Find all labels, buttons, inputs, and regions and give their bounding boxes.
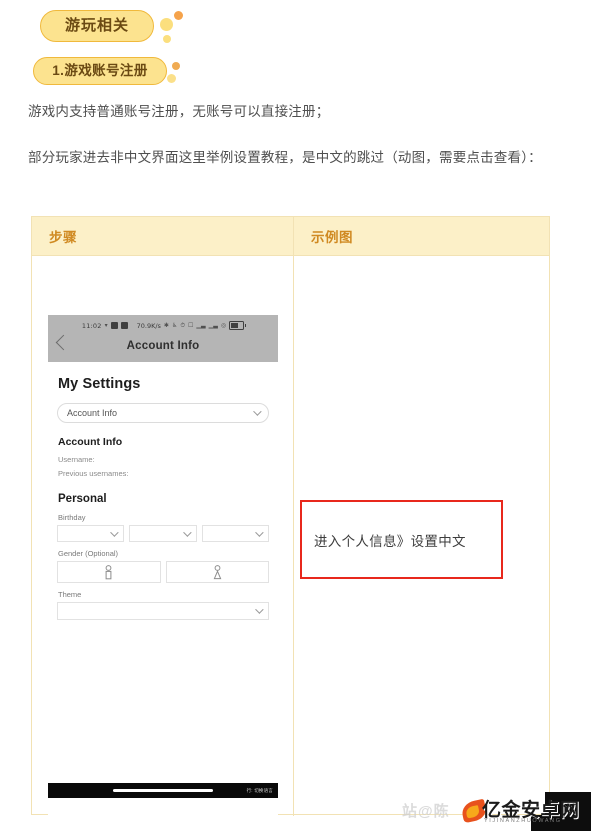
previous-usernames-label: Previous usernames:: [58, 469, 129, 478]
username-label: Username:: [58, 455, 95, 464]
red-callout-box: 进入个人信息》设置中文: [300, 500, 503, 579]
account-info-heading: Account Info: [58, 436, 123, 448]
chevron-down-icon: [255, 527, 264, 537]
table-header-example: 示例图: [294, 217, 549, 255]
phone-mockup: 11:02 ▾ 70.9K/s ✱ ♿ ⏱ ☐ ▁▃ ▁▃ ◎ Account …: [48, 315, 278, 815]
female-figure-icon: [213, 564, 222, 579]
chevron-down-icon: [255, 605, 264, 614]
home-bar-label: 行: 切换语言: [246, 787, 273, 793]
male-figure-icon: [105, 564, 112, 579]
chevron-down-icon: [253, 407, 262, 416]
phone-nav-bar: Account Info: [48, 333, 278, 359]
badge-play-related: 游玩相关: [40, 10, 154, 42]
table-body-row: 11:02 ▾ 70.9K/s ✱ ♿ ⏱ ☐ ▁▃ ▁▃ ◎ Account …: [32, 256, 549, 816]
personal-heading: Personal: [58, 493, 107, 505]
table-cell-example: 进入个人信息》设置中文: [294, 256, 549, 816]
mute-icon: ♿: [171, 322, 178, 329]
chevron-down-icon: [110, 527, 119, 537]
birthday-day-select[interactable]: [57, 525, 125, 542]
decorative-dot-icon: [167, 74, 176, 83]
table-header-steps: 步骤: [32, 217, 294, 255]
app-icon: [110, 322, 118, 329]
paragraph-registration-support: 游戏内支持普通账号注册，无账号可以直接注册；: [28, 104, 330, 119]
home-indicator[interactable]: [113, 789, 213, 792]
decorative-dot-icon: [174, 11, 183, 20]
gender-male-option[interactable]: [57, 561, 161, 583]
theme-label: Theme: [58, 590, 82, 599]
callout-text: 进入个人信息》设置中文: [314, 533, 466, 549]
watermark-site-pinyin: YIJINANZHUOWANG: [484, 818, 562, 824]
app-icon: [120, 322, 128, 329]
category-select-value: Account Info: [67, 408, 118, 418]
notification-icon: ▾: [104, 322, 108, 329]
gender-label: Gender (Optional): [58, 549, 119, 558]
status-bar-time: 11:02: [81, 321, 102, 330]
signal-icon: ▁▃: [196, 322, 206, 329]
phone-status-bar: 11:02 ▾ 70.9K/s ✱ ♿ ⏱ ☐ ▁▃ ▁▃ ◎ Account …: [48, 315, 278, 362]
decorative-dot-icon: [163, 35, 171, 43]
birthday-month-select[interactable]: [129, 525, 197, 542]
watermark-ghost-text: 站@陈: [402, 803, 450, 820]
alarm-icon: ⏱: [180, 321, 186, 329]
sim-icon: ☐: [188, 322, 194, 329]
watermark: 站@陈 亿金安卓网 YIJINANZHUOWANG: [400, 792, 591, 831]
table-cell-steps: 11:02 ▾ 70.9K/s ✱ ♿ ⏱ ☐ ▁▃ ▁▃ ◎ Account …: [32, 256, 294, 816]
phone-home-bar: 行: 切换语言: [48, 783, 278, 798]
bluetooth-icon: ✱: [163, 322, 169, 329]
battery-icon: [229, 321, 247, 330]
birthday-label: Birthday: [58, 513, 86, 522]
category-select[interactable]: Account Info: [57, 403, 269, 423]
my-settings-heading: My Settings: [58, 376, 141, 392]
chevron-down-icon: [182, 527, 192, 537]
badge-account-registration: 1.游戏账号注册: [33, 57, 167, 85]
phone-content: My Settings Account Info Account Info Us…: [48, 362, 278, 620]
paragraph-language-note: 部分玩家进去非中文界面这里举例设置教程，是中文的跳过（动图，需要点击查看）：: [28, 150, 542, 165]
page-root: 游玩相关 1.游戏账号注册 游戏内支持普通账号注册，无账号可以直接注册； 部分玩…: [0, 0, 591, 831]
birthday-year-select[interactable]: [201, 525, 269, 542]
decorative-dot-icon: [160, 18, 173, 31]
steps-table: 步骤 示例图 11:02 ▾ 70.9K/s ✱ ♿ ⏱ ☐ ▁▃ ▁▃ ◎ A…: [31, 216, 550, 816]
nav-title: Account Info: [126, 340, 200, 352]
table-header-row: 步骤 示例图: [32, 217, 549, 256]
gender-female-option[interactable]: [165, 561, 269, 583]
wifi-icon: ◎: [220, 322, 227, 329]
status-bar-network-speed: 70.9K/s: [136, 321, 161, 330]
theme-select[interactable]: [57, 602, 269, 620]
signal-icon: ▁▃: [208, 322, 218, 329]
decorative-dot-icon: [172, 62, 180, 70]
gender-options: [57, 561, 269, 583]
birthday-selects: [57, 525, 269, 542]
